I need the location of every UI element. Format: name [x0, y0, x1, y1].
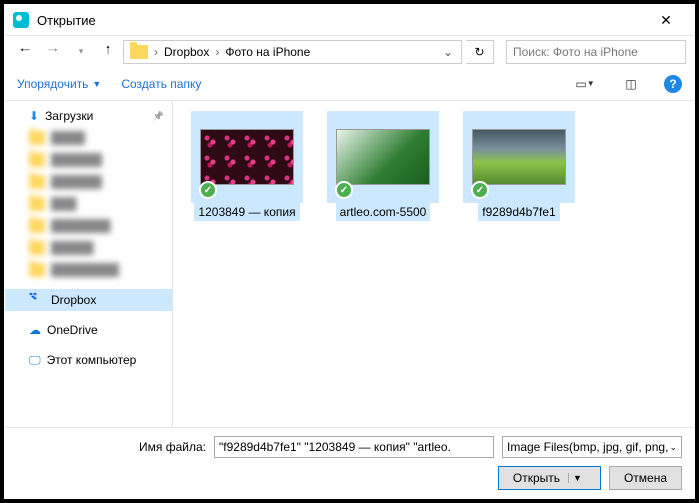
file-item[interactable]: artleo.com-5500	[327, 111, 439, 221]
back-button[interactable]: 🠐	[13, 40, 37, 64]
sidebar-item-dropbox[interactable]: Dropbox	[5, 289, 172, 311]
thumbnail-image	[200, 129, 294, 185]
app-icon	[13, 12, 29, 28]
file-item[interactable]: f9289d4b7fe1	[463, 111, 575, 221]
sidebar-item-hidden[interactable]: ████████	[5, 259, 172, 281]
titlebar: Открытие ✕	[5, 5, 694, 35]
recent-dropdown[interactable]: ▾	[69, 40, 93, 64]
chevron-right-icon[interactable]: ›	[152, 45, 160, 59]
up-button[interactable]: 🠑	[97, 41, 119, 63]
toolbar: Упорядочить ▼ Создать папку ▭ ▼ ◫ ?	[5, 67, 694, 101]
breadcrumb-current[interactable]: Фото на iPhone	[221, 45, 314, 59]
chevron-down-icon: ▼	[92, 79, 101, 89]
folder-icon	[130, 45, 148, 59]
open-file-dialog: Открытие ✕ 🠐 🠒 ▾ 🠑 › Dropbox › Фото на i…	[4, 4, 695, 499]
dialog-body: ⬇ Загрузки ████ ██████ ██████ ███ ██████…	[5, 101, 694, 427]
thumbnail-image	[472, 129, 566, 185]
onedrive-icon: ☁	[29, 323, 41, 337]
cancel-button[interactable]: Отмена	[609, 466, 682, 490]
monitor-icon: 🖵	[29, 353, 41, 368]
thumbnail-image	[336, 129, 430, 185]
sidebar-item-hidden[interactable]: █████	[5, 237, 172, 259]
open-dropdown[interactable]: ▼	[568, 473, 586, 483]
file-type-filter[interactable]: Image Files(bmp, jpg, gif, png, ⌄	[502, 436, 682, 458]
search-input[interactable]: Поиск: Фото на iPhone	[506, 40, 686, 64]
sidebar-item-onedrive[interactable]: ☁ OneDrive	[5, 319, 172, 341]
chevron-right-icon[interactable]: ›	[213, 45, 221, 59]
sidebar-item-hidden[interactable]: ███	[5, 193, 172, 215]
address-dropdown[interactable]: ⌄	[437, 45, 459, 59]
preview-pane-button[interactable]: ◫	[618, 73, 644, 95]
filename-label: Имя файла:	[139, 440, 206, 454]
window-title: Открытие	[37, 13, 646, 28]
organize-menu[interactable]: Упорядочить ▼	[17, 77, 101, 91]
file-list[interactable]: 1203849 — копия artleo.com-5500 f9289d4b…	[173, 101, 694, 427]
file-name: f9289d4b7fe1	[478, 203, 559, 221]
dialog-footer: Имя файла: Image Files(bmp, jpg, gif, pn…	[5, 427, 694, 498]
sync-checkmark-icon	[199, 181, 217, 199]
sidebar-item-hidden[interactable]: ████	[5, 127, 172, 149]
sidebar-item-downloads[interactable]: ⬇ Загрузки	[5, 105, 172, 127]
close-button[interactable]: ✕	[646, 5, 686, 35]
open-button[interactable]: Открыть ▼	[498, 466, 601, 490]
sidebar-item-hidden[interactable]: ██████	[5, 171, 172, 193]
sync-checkmark-icon	[335, 181, 353, 199]
sidebar-item-hidden[interactable]: ███████	[5, 215, 172, 237]
filename-input[interactable]	[214, 436, 494, 458]
sidebar-item-hidden[interactable]: ██████	[5, 149, 172, 171]
new-folder-button[interactable]: Создать папку	[121, 77, 201, 91]
refresh-button[interactable]: ↻	[466, 40, 494, 64]
navigation-bar: 🠐 🠒 ▾ 🠑 › Dropbox › Фото на iPhone ⌄ ↻ П…	[5, 35, 694, 67]
sync-checkmark-icon	[471, 181, 489, 199]
file-name: artleo.com-5500	[336, 203, 431, 221]
file-name: 1203849 — копия	[194, 203, 299, 221]
view-options-button[interactable]: ▭ ▼	[572, 73, 598, 95]
breadcrumb-dropbox[interactable]: Dropbox	[160, 45, 213, 59]
dropbox-icon	[29, 292, 45, 308]
navigation-tree[interactable]: ⬇ Загрузки ████ ██████ ██████ ███ ██████…	[5, 101, 173, 427]
address-bar[interactable]: › Dropbox › Фото на iPhone ⌄	[123, 40, 462, 64]
chevron-down-icon: ⌄	[669, 442, 677, 453]
help-button[interactable]: ?	[664, 75, 682, 93]
file-item[interactable]: 1203849 — копия	[191, 111, 303, 221]
download-icon: ⬇	[29, 109, 39, 123]
sidebar-item-this-pc[interactable]: 🖵 Этот компьютер	[5, 349, 172, 371]
forward-button: 🠒	[41, 40, 65, 64]
